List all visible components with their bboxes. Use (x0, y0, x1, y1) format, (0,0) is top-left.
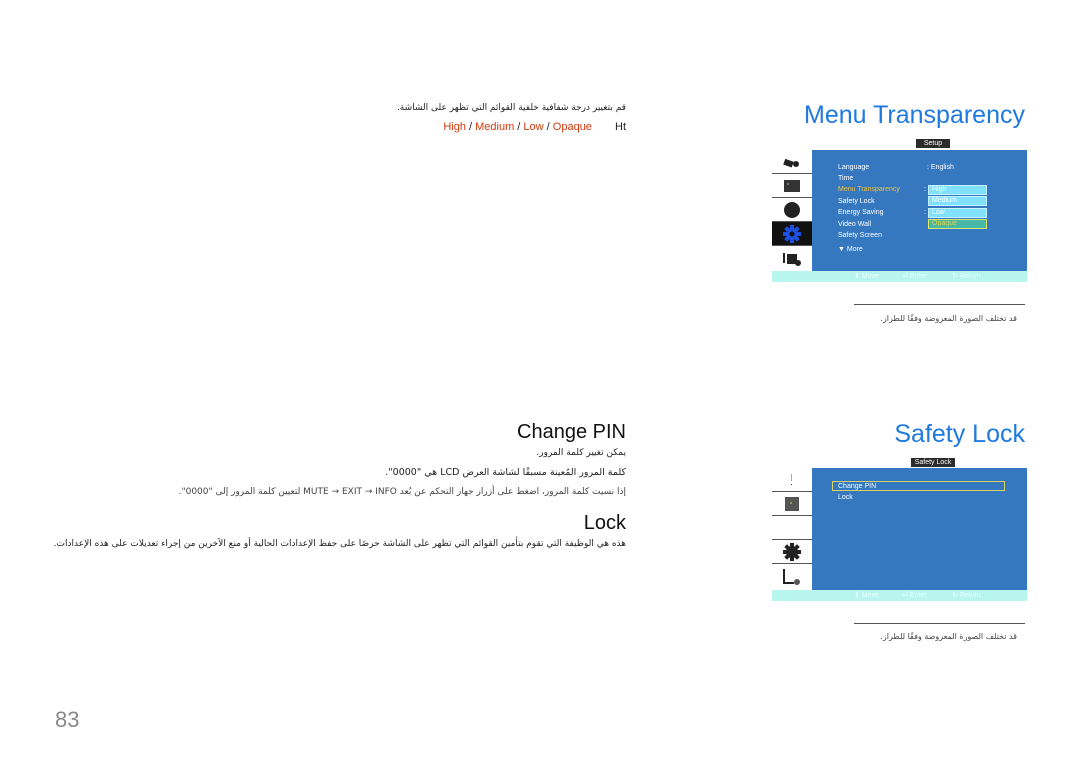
dropdown-option-opaque[interactable]: Opaque (928, 219, 987, 229)
input-icon (783, 569, 800, 585)
side-tab-channel[interactable] (772, 198, 812, 222)
menu-item-language[interactable]: Language (838, 163, 869, 172)
option-opaque: Opaque (552, 121, 592, 133)
osd-side-tabs (772, 468, 812, 590)
picture-icon (785, 496, 799, 511)
menu-item-energy-saving[interactable]: Energy Saving (838, 208, 884, 217)
menu-item-safety-screen[interactable]: Safety Screen (838, 231, 882, 240)
footer-enter-label: Enter (909, 592, 927, 599)
footer-return: ↻ Return (952, 592, 981, 599)
safety-lock-heading: Safety Lock (894, 420, 1025, 448)
note-divider (854, 304, 1025, 305)
lock-description: هذه هي الوظيفة التي تقوم بتأمين القوائم … (53, 539, 626, 549)
menu-transparency-options: High / Medium / Low / Opaque Ht (443, 121, 626, 133)
dropdown-option-high[interactable]: High (928, 185, 987, 195)
model-note: قد تختلف الصورة المعروضة وفقًا للطراز. (880, 314, 1017, 323)
setup-gear-icon (783, 542, 801, 561)
menu-item-menu-transparency[interactable]: Menu Transparency (838, 185, 900, 194)
side-tab-info[interactable] (772, 468, 812, 492)
osd-menu-body: Change PIN Lock (812, 468, 1027, 590)
menu-item-change-pin[interactable]: Change PIN (838, 482, 876, 491)
sound-icon (784, 179, 800, 192)
footer-enter: ⏎ Enter (902, 592, 927, 599)
side-tab-setup[interactable] (772, 222, 812, 246)
footer-move-label: Move (861, 592, 879, 599)
page-number: 83 (55, 707, 80, 732)
option-high: High (443, 121, 466, 133)
footer-move: ⬍ Move (854, 592, 879, 599)
info-icon (791, 473, 792, 485)
setup-gear-icon (783, 224, 801, 243)
options-prefix: Ht (615, 121, 626, 133)
note-divider (854, 623, 1025, 624)
colon: : (924, 186, 926, 193)
footer-move: ⬍ Move (854, 273, 879, 280)
osd-footer: ⬍ Move ⏎ Enter ↻ Return (772, 590, 1027, 601)
channel-icon (784, 201, 800, 218)
menu-item-lock[interactable]: Lock (838, 493, 853, 502)
osd-title: Setup (916, 139, 950, 148)
change-pin-bullet: إذا نسيت كلمة المرور، اضغط على أزرار جها… (178, 487, 626, 497)
model-note: قد تختلف الصورة المعروضة وفقًا للطراز. (880, 632, 1017, 641)
language-value: : English (927, 164, 954, 171)
side-tab-blank[interactable] (772, 516, 812, 540)
footer-move-label: Move (861, 273, 879, 280)
menu-item-video-wall[interactable]: Video Wall (838, 220, 871, 229)
separator: / (543, 121, 553, 133)
footer-return: ↻ Return (952, 273, 981, 280)
dropdown-option-low[interactable]: Low (928, 208, 987, 218)
change-pin-line1: يمكن تغيير كلمة المرور. (536, 448, 626, 458)
lock-heading: Lock (583, 512, 626, 534)
menu-transparency-description: قم بتغيير درجة شفافية خلفية القوائم التي… (396, 103, 626, 113)
option-medium: Medium (475, 121, 515, 133)
footer-return-label: Return (959, 273, 981, 280)
more-button[interactable]: ▼ More (838, 245, 863, 254)
side-tab-input[interactable] (772, 564, 812, 590)
osd-menu-body: Language : English Time Menu Transparenc… (812, 150, 1027, 271)
side-tab-input[interactable] (772, 246, 812, 271)
menu-item-time[interactable]: Time (838, 174, 853, 183)
footer-enter-label: Enter (909, 273, 927, 280)
side-tab-setup[interactable] (772, 540, 812, 564)
change-pin-heading: Change PIN (517, 421, 626, 443)
osd-side-tabs (772, 150, 812, 271)
side-tab-picture[interactable] (772, 150, 812, 174)
change-pin-line2: كلمة المرور المُعينة مسبقًا لشاشة العرض … (385, 467, 626, 478)
side-tab-sound[interactable] (772, 174, 812, 198)
picture-icon (783, 158, 799, 168)
safety-lock-osd-screenshot: Safety Lock Change PIN Lock ⬍ Move ⏎ Ent… (772, 458, 1027, 601)
footer-enter: ⏎ Enter (902, 273, 927, 280)
option-low: Low (523, 121, 544, 133)
menu-item-safety-lock[interactable]: Safety Lock (838, 197, 875, 206)
colon: : (924, 209, 926, 216)
separator: / (465, 121, 476, 133)
setup-osd-screenshot: Setup Language : English Time Menu Trans… (772, 139, 1027, 282)
footer-return-label: Return (959, 592, 981, 599)
input-icon (783, 252, 801, 266)
osd-title: Safety Lock (911, 458, 955, 467)
menu-transparency-heading: Menu Transparency (804, 101, 1025, 129)
side-tab-picture[interactable] (772, 492, 812, 516)
osd-footer: ⬍ Move ⏎ Enter ↻ Return (772, 271, 1027, 282)
dropdown-option-medium[interactable]: Medium (928, 196, 987, 206)
